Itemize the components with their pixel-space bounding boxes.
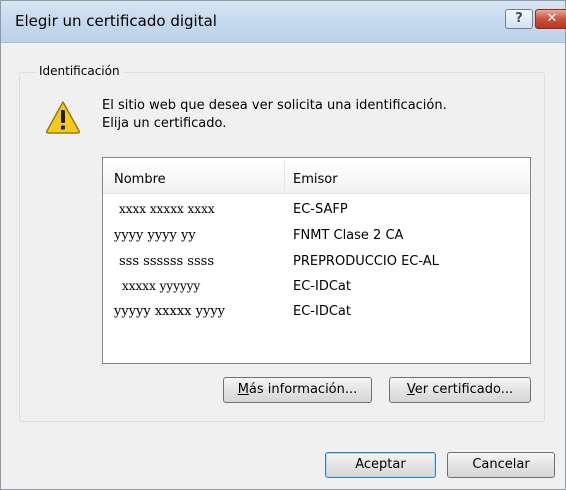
close-icon: ✕ [546, 11, 558, 26]
more-info-button[interactable]: Más información... [223, 377, 372, 403]
certificate-name: yyyyy xxxxx yyyy [114, 304, 226, 319]
certificate-name: xxxxx yyyyyy [122, 279, 201, 293]
certificate-issuer: EC-IDCat [293, 304, 351, 319]
more-info-label: ás información... [248, 382, 358, 397]
list-header: Nombre Emisor [103, 158, 530, 194]
certificate-dialog: Elegir un certificado digital ? ✕ Identi… [0, 0, 566, 490]
certificate-issuer: FNMT Clase 2 CA [293, 228, 404, 243]
certificate-name: yyyy yyyy yy [114, 228, 196, 243]
column-separator[interactable] [284, 160, 285, 191]
window-title: Elegir un certificado digital [15, 12, 217, 30]
help-button[interactable]: ? [505, 9, 533, 29]
list-item[interactable]: sss ssssss ssss PREPRODUCCIO EC-AL [103, 254, 530, 276]
certificate-issuer: EC-IDCat [293, 279, 351, 294]
close-button[interactable]: ✕ [535, 9, 566, 29]
list-item[interactable]: yyyyy xxxxx yyyy EC-IDCat [103, 304, 530, 326]
help-icon: ? [515, 11, 523, 26]
column-header-name[interactable]: Nombre [114, 172, 166, 187]
more-info-accelerator: M [237, 382, 249, 397]
list-item[interactable]: yyyy yyyy yy FNMT Clase 2 CA [103, 228, 530, 250]
cancel-button[interactable]: Cancelar [447, 452, 555, 478]
certificate-name: xxxx xxxxx xxxx [119, 202, 215, 216]
warning-icon [45, 101, 81, 134]
view-certificate-label: er certificado... [414, 382, 514, 397]
accept-button[interactable]: Aceptar [325, 452, 436, 478]
certificate-list[interactable]: Nombre Emisor xxxx xxxxx xxxx EC-SAFP yy… [102, 157, 531, 364]
message-line-1: El sitio web que desea ver solicita una … [102, 98, 447, 113]
view-certificate-button[interactable]: Ver certificado... [389, 377, 531, 403]
list-item[interactable]: xxxxx yyyyyy EC-IDCat [103, 279, 530, 301]
group-label: Identificación [35, 64, 124, 78]
certificate-issuer: PREPRODUCCIO EC-AL [293, 254, 439, 269]
certificate-issuer: EC-SAFP [293, 202, 348, 217]
request-message: El sitio web que desea ver solicita una … [102, 97, 522, 133]
certificate-name: sss ssssss ssss [119, 254, 214, 269]
view-certificate-accelerator: V [406, 382, 415, 397]
message-line-2: Elija un certificado. [102, 116, 227, 131]
column-header-issuer[interactable]: Emisor [293, 172, 338, 187]
list-item[interactable]: xxxx xxxxx xxxx EC-SAFP [103, 202, 530, 224]
title-bar[interactable]: Elegir un certificado digital ? ✕ [1, 1, 566, 43]
